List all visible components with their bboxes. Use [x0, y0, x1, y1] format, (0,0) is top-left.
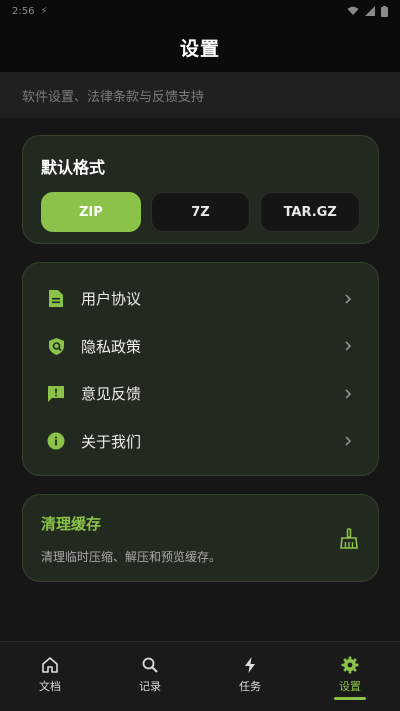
nav-item-documents[interactable]: 文档	[0, 642, 100, 711]
format-zip-button[interactable]: ZIP	[41, 192, 141, 232]
format-7z-button[interactable]: 7Z	[150, 192, 251, 232]
clear-cache-card[interactable]: 清理缓存 清理临时压缩、解压和预览缓存。	[22, 494, 379, 582]
subtitle-bar: 软件设置、法律条款与反馈支持	[0, 72, 400, 118]
chevron-right-icon	[345, 389, 352, 399]
page-title: 设置	[179, 37, 220, 60]
feedback-icon	[45, 383, 67, 405]
active-tab-indicator	[334, 697, 366, 700]
chevron-right-icon	[345, 341, 352, 351]
signal-icon	[365, 6, 375, 16]
app-header: 设置	[0, 22, 400, 72]
menu-item-about-us[interactable]: 关于我们	[23, 418, 378, 466]
status-time: 2:56	[12, 5, 35, 17]
info-icon	[45, 430, 67, 452]
menu-item-label: 用户协议	[81, 290, 142, 309]
chevron-right-icon	[345, 436, 352, 446]
shield-icon	[45, 335, 67, 357]
bottom-nav: 文档 记录 任务 设置	[0, 641, 400, 711]
battery-icon	[381, 5, 388, 17]
wifi-icon	[347, 6, 359, 15]
status-indicator: ⚡	[40, 5, 48, 17]
nav-label: 设置	[339, 680, 361, 693]
menu-item-label: 关于我们	[81, 432, 142, 451]
clear-cache-description: 清理临时压缩、解压和预览缓存。	[41, 550, 222, 564]
page-subtitle: 软件设置、法律条款与反馈支持	[22, 89, 205, 105]
nav-item-records[interactable]: 记录	[100, 642, 200, 711]
chevron-right-icon	[345, 294, 352, 304]
nav-item-tasks[interactable]: 任务	[200, 642, 300, 711]
bolt-icon	[245, 657, 255, 673]
broom-icon[interactable]	[338, 528, 360, 550]
home-icon	[42, 657, 58, 673]
status-right	[347, 5, 388, 17]
nav-label: 任务	[239, 680, 261, 693]
menu-item-privacy-policy[interactable]: 隐私政策	[23, 323, 378, 371]
nav-label: 文档	[39, 680, 61, 693]
default-format-card: 默认格式 ZIP 7Z TAR.GZ	[22, 135, 379, 244]
menu-item-label: 隐私政策	[81, 337, 142, 356]
default-format-title: 默认格式	[41, 158, 106, 177]
nav-item-settings[interactable]: 设置	[300, 642, 400, 711]
status-left: 2:56 ⚡	[12, 6, 48, 17]
document-icon	[45, 288, 67, 310]
format-targz-button[interactable]: TAR.GZ	[260, 192, 361, 232]
menu-item-feedback[interactable]: 意见反馈	[23, 370, 378, 418]
clear-cache-title: 清理缓存	[41, 515, 102, 533]
menu-item-label: 意见反馈	[81, 385, 142, 404]
status-bar: 2:56 ⚡	[0, 0, 400, 22]
settings-menu-card: 用户协议 隐私政策 意见反馈 关于我们	[22, 262, 379, 476]
menu-item-user-agreement[interactable]: 用户协议	[23, 275, 378, 323]
nav-label: 记录	[139, 680, 161, 693]
format-options: ZIP 7Z TAR.GZ	[41, 192, 361, 232]
search-icon	[142, 657, 158, 673]
gear-icon	[341, 656, 359, 674]
